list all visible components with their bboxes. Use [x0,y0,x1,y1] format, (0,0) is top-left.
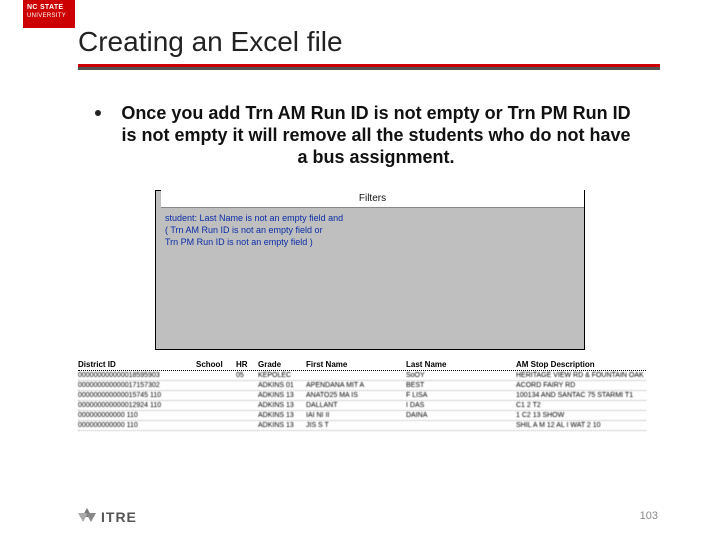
table-row: 000000000000012924 110 ADKINS 13 DALLANT… [78,401,646,411]
itre-mark-icon [78,508,96,526]
table-row: 000000000000017157302 ADKINS 01 APENDANA… [78,381,646,391]
itre-logo: ITRE [78,508,137,526]
table-header-row: District ID School HR Grade First Name L… [78,360,646,371]
filter-line: student: Last Name is not an empty field… [165,212,343,224]
ncstate-logo: NC STATE UNIVERSITY [23,0,75,28]
page-number: 103 [640,510,658,522]
table-row: 000000000000 110 ADKINS 13 IAI NI II DAI… [78,411,646,421]
col-district-id: District ID [78,360,196,369]
filters-tab-label: Filters [161,190,584,208]
bullet-dot [95,110,101,116]
table-row: 000000000000018595903 05 KEPOLEC SoOY HE… [78,371,646,381]
filter-text: student: Last Name is not an empty field… [165,212,343,248]
table-row: 000000000000 110 ADKINS 13 JIS S T SHIL … [78,421,646,431]
col-last-name: Last Name [406,360,516,369]
table-body: 000000000000018595903 05 KEPOLEC SoOY HE… [78,371,646,431]
data-table: District ID School HR Grade First Name L… [78,360,646,431]
col-first-name: First Name [306,360,406,369]
filters-body: student: Last Name is not an empty field… [161,208,579,344]
page-title: Creating an Excel file [78,26,660,62]
itre-text: ITRE [101,509,137,525]
filter-line: Trn PM Run ID is not an empty field ) [165,236,343,248]
filter-line: ( Trn AM Run ID is not an empty field or [165,224,343,236]
col-hr: HR [236,360,258,369]
brand-line2: UNIVERSITY [27,12,71,20]
col-grade: Grade [258,360,306,369]
title-block: Creating an Excel file [78,26,660,70]
bullet-block: Once you add Trn AM Run ID is not empty … [95,102,635,168]
brand-line1: NC STATE [27,4,71,12]
col-am-stop: AM Stop Description [516,360,646,369]
title-rule-dark [78,67,660,70]
bullet-text: Once you add Trn AM Run ID is not empty … [117,102,635,168]
table-row: 000000000000015745 110 ADKINS 13 ANATO25… [78,391,646,401]
filters-screenshot: Filters student: Last Name is not an emp… [155,190,585,350]
col-school: School [196,360,236,369]
